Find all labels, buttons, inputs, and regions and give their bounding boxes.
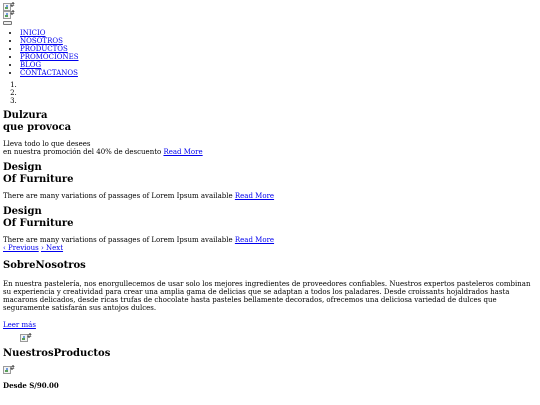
nav-item-inicio: INICIO — [20, 29, 537, 37]
slide-title-line: Design — [3, 206, 42, 217]
slide-read-more-link[interactable]: Read More — [163, 148, 202, 156]
slide-read-more-link[interactable]: Read More — [235, 236, 274, 244]
nav-link-contactanos[interactable]: CONTACTANOS — [20, 69, 78, 77]
nav-link-promociones[interactable]: PROMOCIONES — [20, 53, 79, 61]
slide-title-line: Of Furniture — [3, 218, 74, 229]
slide-title-line: que provoca — [3, 122, 72, 133]
slide-text-line: There are many variations of passages of… — [3, 236, 275, 244]
about-read-more-link[interactable]: Leer más — [3, 321, 36, 329]
products-section-title: NuestrosProductos — [3, 348, 111, 359]
carousel-indicator[interactable] — [19, 97, 537, 105]
slide-text: There are many variations of passages of… — [3, 236, 537, 244]
slide-text-line: en nuestra promoción del 40% de descuent… — [3, 148, 203, 156]
slide-title: Design Of Furniture — [3, 162, 537, 186]
nav-item-nosotros: NOSOTROS — [20, 37, 537, 45]
about-text: En nuestra pastelería, nos enorgullecemo… — [3, 280, 531, 312]
slide-read-more-link[interactable]: Read More — [235, 192, 274, 200]
broken-image-icon: # — [20, 333, 32, 342]
nav-link-nosotros[interactable]: NOSOTROS — [20, 37, 63, 45]
carousel-slide: Design Of Furniture There are many varia… — [3, 206, 537, 244]
product-image[interactable]: # — [3, 365, 537, 374]
broken-image-icon: # — [3, 10, 15, 19]
nav-item-productos: PRODUCTOS — [20, 45, 537, 53]
page: # # INICIO NOSOTROS PRODUCTOS PROMOCIONE… — [0, 0, 540, 390]
slide-text-line: There are many variations of passages of… — [3, 192, 275, 200]
slide-title: Dulzura que provoca — [3, 110, 537, 134]
broken-image-icon: # — [3, 365, 15, 374]
nav-link-productos[interactable]: PRODUCTOS — [20, 45, 68, 53]
slide-text: There are many variations of passages of… — [3, 192, 537, 200]
slide-title: Design Of Furniture — [3, 206, 537, 230]
nav-link-blog[interactable]: BLOG — [20, 61, 41, 69]
carousel-indicator[interactable] — [19, 89, 537, 97]
carousel-slide: Design Of Furniture There are many varia… — [3, 162, 537, 200]
product-price: Desde S/90.00 — [3, 381, 59, 390]
carousel-indicator[interactable] — [19, 81, 537, 89]
carousel-indicators — [3, 81, 537, 105]
nav-item-contactanos: CONTACTANOS — [20, 69, 537, 77]
broken-image-icon: # — [3, 2, 15, 11]
about-image: # — [3, 333, 537, 342]
carousel-slide: Dulzura que provoca Lleva todo lo que de… — [3, 110, 537, 156]
slide-title-line: Dulzura — [3, 110, 48, 121]
carousel-prev-link[interactable]: ‹ Previous — [3, 244, 39, 252]
slide-text-line: Lleva todo lo que desees — [3, 140, 91, 148]
slide-title-line: Of Furniture — [3, 174, 74, 185]
carousel-controls: ‹ Previous › Next — [3, 244, 537, 252]
main-nav: INICIO NOSOTROS PRODUCTOS PROMOCIONES BL… — [3, 29, 537, 77]
site-logo-secondary[interactable]: # — [3, 10, 537, 19]
nav-item-blog: BLOG — [20, 61, 537, 69]
carousel-next-link[interactable]: › Next — [41, 244, 63, 252]
about-section-title: SobreNosotros — [3, 260, 86, 271]
slide-text: Lleva todo lo que desees en nuestra prom… — [3, 140, 537, 156]
slide-title-line: Design — [3, 162, 42, 173]
nav-link-inicio[interactable]: INICIO — [20, 29, 46, 37]
menu-toggle-button[interactable] — [3, 21, 12, 25]
site-logo[interactable]: # — [3, 2, 537, 11]
about-link-row: Leer más — [3, 321, 537, 329]
nav-item-promociones: PROMOCIONES — [20, 53, 537, 61]
